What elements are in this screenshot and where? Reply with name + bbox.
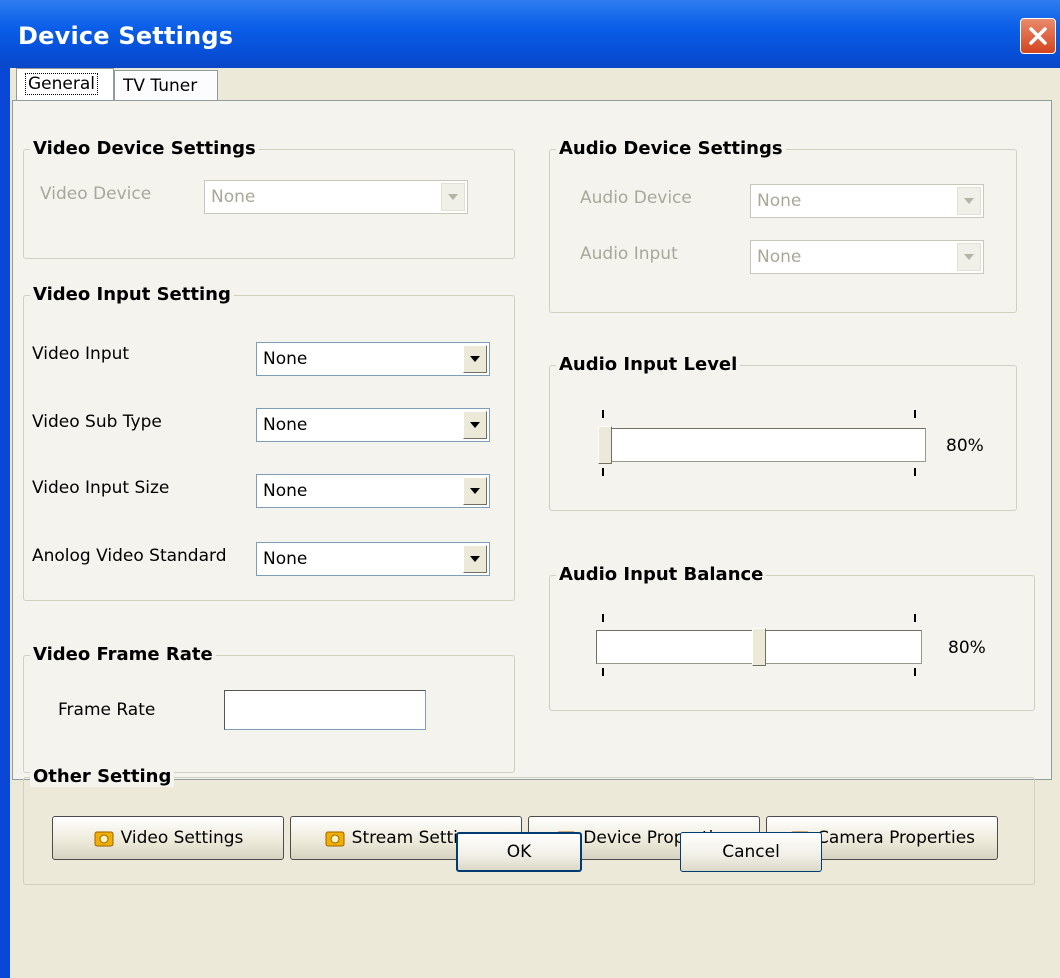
cancel-button-label: Cancel — [722, 842, 780, 862]
analog-video-standard-value: None — [263, 549, 308, 569]
video-input-size-value: None — [263, 481, 308, 501]
ok-button-label: OK — [506, 842, 532, 862]
chevron-down-icon — [964, 254, 974, 260]
video-input-value: None — [263, 349, 308, 369]
dialog-client: General TV Tuner Video Device Settings V… — [10, 68, 1060, 978]
dropdown-button[interactable] — [463, 411, 487, 439]
dropdown-button[interactable] — [463, 477, 487, 505]
audio-device-value: None — [757, 191, 802, 211]
video-frame-rate-group-title: Video Frame Rate — [30, 644, 216, 665]
audio-device-group: Audio Device Settings Audio Device None … — [549, 138, 1017, 313]
audio-level-slider-track[interactable] — [598, 428, 926, 462]
chevron-down-icon — [470, 356, 480, 362]
slider-tick — [914, 468, 916, 476]
video-settings-button[interactable]: Video Settings — [52, 816, 284, 860]
chevron-down-icon — [964, 198, 974, 204]
chevron-down-icon — [470, 488, 480, 494]
video-input-group: Video Input Setting Video Input None Vid… — [23, 284, 515, 601]
video-sub-type-label: Video Sub Type — [32, 412, 162, 432]
tab-general-label: General — [25, 73, 98, 95]
chevron-down-icon — [448, 194, 458, 200]
cancel-button[interactable]: Cancel — [680, 832, 822, 872]
video-input-size-select[interactable]: None — [256, 474, 490, 508]
audio-device-label: Audio Device — [580, 188, 692, 208]
slider-tick — [602, 668, 604, 676]
audio-balance-slider-thumb[interactable] — [752, 628, 766, 666]
analog-video-standard-select[interactable]: None — [256, 542, 490, 576]
dropdown-button[interactable] — [441, 183, 465, 211]
video-frame-rate-group: Video Frame Rate Frame Rate — [23, 644, 515, 773]
frame-rate-label: Frame Rate — [58, 700, 156, 720]
slider-tick — [602, 410, 604, 418]
video-input-label: Video Input — [32, 344, 130, 364]
gear-folder-icon — [325, 831, 345, 847]
other-setting-group-title: Other Setting — [30, 766, 175, 787]
dropdown-button[interactable] — [957, 243, 981, 271]
camera-properties-button-label: Camera Properties — [816, 828, 976, 848]
video-device-select[interactable]: None — [204, 180, 468, 214]
slider-tick — [914, 614, 916, 622]
video-device-label: Video Device — [40, 184, 152, 204]
dropdown-button[interactable] — [957, 187, 981, 215]
video-device-group-title: Video Device Settings — [30, 138, 259, 159]
audio-level-percent: 80% — [946, 436, 984, 456]
audio-level-slider-thumb[interactable] — [598, 426, 612, 464]
audio-input-value: None — [757, 247, 802, 267]
video-device-value: None — [211, 187, 256, 207]
video-input-group-title: Video Input Setting — [30, 284, 234, 305]
video-device-group: Video Device Settings Video Device None — [23, 138, 515, 259]
tab-general[interactable]: General — [16, 68, 114, 102]
slider-tick — [602, 614, 604, 622]
video-sub-type-select[interactable]: None — [256, 408, 490, 442]
frame-rate-input[interactable] — [224, 690, 426, 730]
close-button[interactable] — [1020, 18, 1056, 54]
gear-folder-icon — [94, 831, 114, 847]
audio-input-balance-group-title: Audio Input Balance — [556, 564, 767, 585]
title-bar[interactable]: Device Settings — [0, 0, 1060, 68]
slider-tick — [914, 410, 916, 418]
video-settings-button-label: Video Settings — [120, 828, 244, 848]
close-icon — [1029, 27, 1047, 45]
audio-device-group-title: Audio Device Settings — [556, 138, 786, 159]
dialog-window: Device Settings General TV Tuner Video D… — [0, 0, 1060, 978]
general-tab-panel: Video Device Settings Video Device None … — [12, 100, 1052, 885]
chevron-down-icon — [470, 556, 480, 562]
slider-tick — [602, 468, 604, 476]
audio-input-balance-group: Audio Input Balance 80% — [549, 564, 1035, 711]
audio-input-level-group: Audio Input Level 80% — [549, 354, 1017, 511]
analog-video-standard-label: Anolog Video Standard — [32, 546, 227, 566]
video-sub-type-value: None — [263, 415, 308, 435]
slider-tick — [914, 668, 916, 676]
dropdown-button[interactable] — [463, 545, 487, 573]
window-title: Device Settings — [18, 22, 234, 50]
audio-device-select[interactable]: None — [750, 184, 984, 218]
tab-strip: General TV Tuner — [10, 68, 1060, 104]
audio-input-label: Audio Input — [580, 244, 678, 264]
audio-input-level-group-title: Audio Input Level — [556, 354, 741, 375]
video-input-size-label: Video Input Size — [32, 478, 170, 498]
tab-tv-tuner-label: TV Tuner — [123, 76, 198, 96]
audio-balance-percent: 80% — [948, 638, 986, 658]
audio-input-select[interactable]: None — [750, 240, 984, 274]
chevron-down-icon — [470, 422, 480, 428]
tab-tv-tuner[interactable]: TV Tuner — [114, 70, 218, 100]
dropdown-button[interactable] — [463, 345, 487, 373]
video-input-select[interactable]: None — [256, 342, 490, 376]
ok-button[interactable]: OK — [456, 832, 582, 872]
